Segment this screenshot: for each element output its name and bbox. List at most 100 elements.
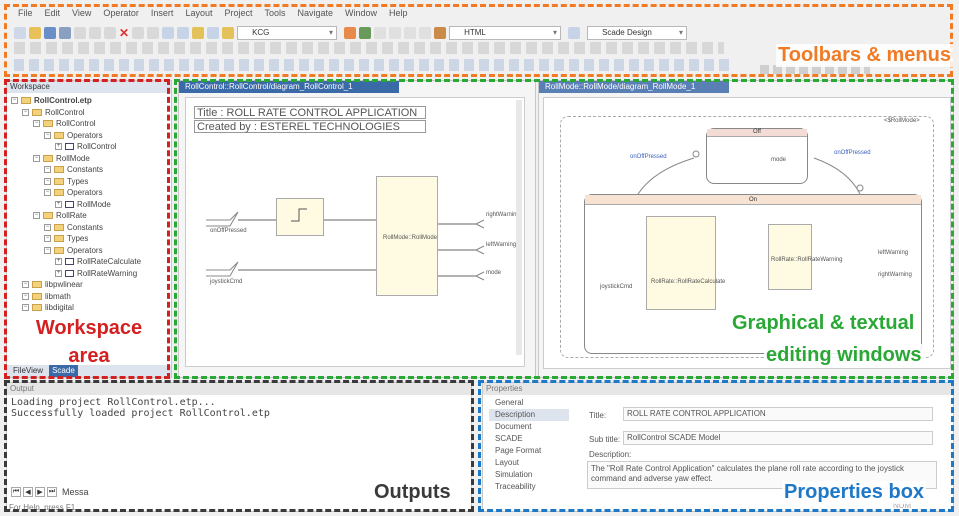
- tree-node[interactable]: − libpwlinear: [11, 279, 171, 291]
- tree-node[interactable]: − RollControl.etp: [11, 95, 171, 107]
- new-file-icon[interactable]: [14, 27, 26, 39]
- tree-node[interactable]: − RollControl: [11, 118, 171, 130]
- expand-toggle-icon[interactable]: +: [55, 143, 62, 151]
- property-category[interactable]: Layout: [489, 457, 569, 469]
- last-tab-icon[interactable]: ⏭: [47, 487, 57, 497]
- generate-icon[interactable]: [344, 27, 357, 39]
- tool-icon[interactable]: [374, 27, 387, 39]
- tree-node[interactable]: + RollControl: [11, 141, 171, 153]
- rollratecalculate-block[interactable]: RollRate::RollRateCalculate: [646, 216, 725, 310]
- tree-node[interactable]: − Operators: [11, 245, 171, 257]
- rollratewarning-block[interactable]: RollRate::RollRateWarning: [768, 224, 842, 290]
- tree-node[interactable]: − Operators: [11, 130, 171, 142]
- expand-toggle-icon[interactable]: −: [44, 131, 51, 139]
- tool-icon[interactable]: [389, 27, 402, 39]
- expand-toggle-icon[interactable]: −: [44, 223, 51, 231]
- property-category[interactable]: SCADE: [489, 433, 569, 445]
- redo-icon[interactable]: [147, 27, 160, 39]
- tree-node[interactable]: − Constants: [11, 222, 171, 234]
- vertical-scrollbar[interactable]: [516, 100, 522, 355]
- prev-tab-icon[interactable]: ◀: [23, 487, 33, 497]
- open-folder-icon[interactable]: [29, 27, 41, 39]
- report-run-icon[interactable]: [568, 27, 581, 39]
- expand-toggle-icon[interactable]: −: [44, 246, 51, 254]
- menu-file[interactable]: File: [18, 8, 33, 22]
- tool-icon[interactable]: [404, 27, 417, 39]
- edge-detector-block[interactable]: [276, 198, 324, 236]
- expand-toggle-icon[interactable]: −: [22, 108, 29, 116]
- report-icon[interactable]: [434, 27, 447, 39]
- tree-node[interactable]: + RollRateCalculate: [11, 256, 171, 268]
- property-category[interactable]: General: [489, 397, 569, 409]
- menu-project[interactable]: Project: [224, 8, 252, 22]
- expand-toggle-icon[interactable]: −: [22, 281, 29, 289]
- diagram-canvas-rollcontrol[interactable]: Title : ROLL RATE CONTROL APPLICATION Cr…: [185, 97, 525, 367]
- window-icon[interactable]: [162, 27, 175, 39]
- tree-node[interactable]: − Types: [11, 233, 171, 245]
- save-icon[interactable]: [44, 27, 56, 39]
- tool-icon[interactable]: [419, 27, 432, 39]
- tree-node[interactable]: − Constants: [11, 164, 171, 176]
- expand-toggle-icon[interactable]: +: [55, 269, 62, 277]
- cut-icon[interactable]: [74, 27, 86, 39]
- delete-icon[interactable]: ✕: [119, 27, 129, 39]
- undo-icon[interactable]: [132, 27, 145, 39]
- tab-diagram-rollcontrol[interactable]: RollControl::RollControl/diagram_RollCon…: [179, 81, 399, 93]
- property-category[interactable]: Description: [489, 409, 569, 421]
- tree-node[interactable]: + RollRateWarning: [11, 268, 171, 280]
- menu-edit[interactable]: Edit: [45, 8, 61, 22]
- expand-toggle-icon[interactable]: −: [22, 304, 29, 312]
- check-icon[interactable]: [359, 27, 372, 39]
- paste-icon[interactable]: [104, 27, 116, 39]
- tree-node[interactable]: + RollMode: [11, 199, 171, 211]
- prop-title-field[interactable]: ROLL RATE CONTROL APPLICATION: [623, 407, 933, 421]
- design-select[interactable]: Scade Design: [587, 26, 688, 40]
- menu-navigate[interactable]: Navigate: [298, 8, 334, 22]
- menu-operator[interactable]: Operator: [103, 8, 139, 22]
- property-category[interactable]: Document: [489, 421, 569, 433]
- copy-icon[interactable]: [89, 27, 101, 39]
- menu-view[interactable]: View: [72, 8, 91, 22]
- tab-diagram-rollmode[interactable]: RollMode::RollMode/diagram_RollMode_1: [539, 81, 729, 93]
- expand-toggle-icon[interactable]: −: [44, 235, 51, 243]
- rollmode-block[interactable]: RollMode::RollMode: [376, 176, 438, 296]
- property-category[interactable]: Page Format: [489, 445, 569, 457]
- build-icon[interactable]: [222, 27, 235, 39]
- tree-node[interactable]: − RollRate: [11, 210, 171, 222]
- property-category[interactable]: Simulation: [489, 469, 569, 481]
- tree-node[interactable]: − RollMode: [11, 153, 171, 165]
- expand-toggle-icon[interactable]: −: [44, 189, 51, 197]
- menu-help[interactable]: Help: [389, 8, 408, 22]
- toolbar-row-3[interactable]: [14, 59, 734, 71]
- menu-window[interactable]: Window: [345, 8, 377, 22]
- menu-tools[interactable]: Tools: [264, 8, 285, 22]
- report-format-select[interactable]: HTML: [449, 26, 562, 40]
- print-icon[interactable]: [177, 27, 190, 39]
- menu-layout[interactable]: Layout: [185, 8, 212, 22]
- expand-toggle-icon[interactable]: −: [44, 177, 51, 185]
- tree-node[interactable]: − libmath: [11, 291, 171, 303]
- prop-subtitle-field[interactable]: RollControl SCADE Model: [623, 431, 933, 445]
- expand-toggle-icon[interactable]: −: [33, 154, 40, 162]
- expand-toggle-icon[interactable]: −: [11, 97, 18, 105]
- help-icon[interactable]: [192, 27, 205, 39]
- tree-node[interactable]: − Types: [11, 176, 171, 188]
- property-category[interactable]: Traceability: [489, 481, 569, 493]
- expand-toggle-icon[interactable]: +: [55, 200, 62, 208]
- tree-node[interactable]: − Operators: [11, 187, 171, 199]
- tree-node[interactable]: − libdigital: [11, 302, 171, 314]
- save-all-icon[interactable]: [59, 27, 71, 39]
- tab-messages[interactable]: Messa: [62, 487, 89, 497]
- next-tab-icon[interactable]: ▶: [35, 487, 45, 497]
- menu-insert[interactable]: Insert: [151, 8, 174, 22]
- expand-toggle-icon[interactable]: −: [33, 212, 40, 220]
- toolbar-row-2[interactable]: [14, 42, 724, 54]
- tree-node[interactable]: − RollControl: [11, 107, 171, 119]
- first-tab-icon[interactable]: ⏮: [11, 487, 21, 497]
- whats-this-icon[interactable]: [207, 27, 220, 39]
- expand-toggle-icon[interactable]: −: [44, 166, 51, 174]
- expand-toggle-icon[interactable]: −: [33, 120, 40, 128]
- expand-toggle-icon[interactable]: −: [22, 292, 29, 300]
- expand-toggle-icon[interactable]: +: [55, 258, 62, 266]
- code-generator-select[interactable]: KCG: [237, 26, 338, 40]
